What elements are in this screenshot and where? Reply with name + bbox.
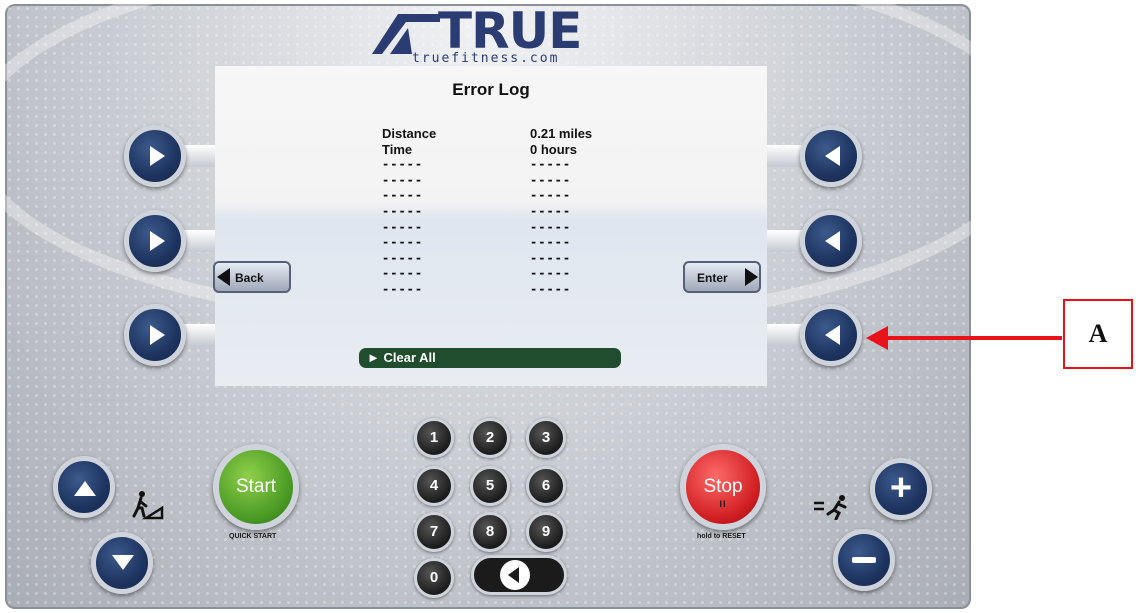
enter-arrow-icon bbox=[745, 268, 758, 286]
true-fitness-logo: TRUE truefitness.com bbox=[372, 2, 612, 66]
speed-down-button[interactable] bbox=[833, 529, 895, 591]
screen-title: Error Log bbox=[452, 80, 530, 99]
right-side-button-2[interactable] bbox=[800, 210, 862, 272]
speed-up-button[interactable]: + bbox=[870, 458, 932, 520]
enter-label: Enter bbox=[697, 271, 728, 285]
left-arrow-icon bbox=[825, 231, 840, 251]
right-arrow-icon bbox=[150, 325, 165, 345]
row-label: ----- bbox=[382, 157, 424, 172]
row-value: ----- bbox=[530, 266, 572, 281]
stop-button[interactable]: Stop II bbox=[680, 444, 766, 530]
keypad-button-9[interactable]: 9 bbox=[526, 512, 566, 552]
incline-icon bbox=[132, 491, 164, 520]
backspace-arrow-icon bbox=[508, 567, 519, 583]
row-value: ----- bbox=[530, 157, 572, 172]
row-value: ----- bbox=[530, 204, 572, 218]
stop-label: Stop bbox=[703, 476, 743, 497]
row-value: ----- bbox=[530, 235, 572, 250]
row-label: ----- bbox=[382, 250, 424, 265]
row-label: ----- bbox=[382, 219, 424, 234]
callout-arrowhead-icon bbox=[866, 326, 888, 350]
row-value: ----- bbox=[530, 188, 572, 203]
row-value: ----- bbox=[530, 250, 572, 265]
right-arrow-icon bbox=[150, 146, 165, 166]
left-side-button-3[interactable] bbox=[124, 304, 186, 366]
hold-to-reset-label: hold to RESET bbox=[697, 533, 746, 540]
minus-icon bbox=[852, 557, 876, 563]
row-label: ----- bbox=[382, 266, 424, 281]
keypad-button-8[interactable]: 8 bbox=[470, 512, 510, 552]
right-arrow-icon bbox=[150, 231, 165, 251]
incline-up-button[interactable] bbox=[53, 456, 115, 518]
logo-brand: TRUE bbox=[438, 2, 582, 60]
backspace-icon bbox=[500, 560, 530, 590]
row-value: ----- bbox=[530, 219, 572, 234]
row-label: ----- bbox=[382, 204, 424, 218]
keypad-button-7[interactable]: 7 bbox=[414, 512, 454, 552]
row-value: ----- bbox=[530, 282, 572, 296]
callout-arrow-line bbox=[882, 336, 1062, 340]
error-log-row: ----- ----- bbox=[382, 282, 632, 300]
back-label: Back bbox=[235, 271, 264, 285]
start-button[interactable]: Start bbox=[213, 444, 299, 530]
plus-icon: + bbox=[889, 467, 913, 509]
row-label: ----- bbox=[382, 172, 424, 187]
keypad-button-6[interactable]: 6 bbox=[526, 466, 566, 506]
clear-all-option[interactable]: ► Clear All bbox=[359, 348, 621, 368]
keypad-button-1[interactable]: 1 bbox=[414, 418, 454, 458]
left-side-button-1[interactable] bbox=[124, 125, 186, 187]
callout-label-a: A bbox=[1063, 299, 1133, 369]
start-label: Start bbox=[235, 476, 277, 497]
row-value: ----- bbox=[530, 172, 572, 187]
back-arrow-icon bbox=[217, 268, 230, 286]
pause-icon: II bbox=[719, 499, 727, 509]
left-side-button-2[interactable] bbox=[124, 210, 186, 272]
keypad-button-3[interactable]: 3 bbox=[526, 418, 566, 458]
row-label: ----- bbox=[382, 235, 424, 250]
row-label: ----- bbox=[382, 188, 424, 203]
backspace-button[interactable] bbox=[471, 555, 567, 595]
down-arrow-icon bbox=[112, 555, 134, 570]
enter-softkey[interactable]: Enter bbox=[683, 261, 761, 293]
up-arrow-icon bbox=[74, 481, 96, 496]
logo-url: truefitness.com bbox=[412, 51, 560, 66]
right-side-button-3-enter[interactable] bbox=[800, 304, 862, 366]
keypad-button-0[interactable]: 0 bbox=[414, 558, 454, 598]
back-softkey[interactable]: Back bbox=[213, 261, 291, 293]
row-label: Distance bbox=[382, 126, 437, 141]
quick-start-label: QUICK START bbox=[229, 533, 277, 540]
display-screen: Error Log Distance 0.21 miles Time 0 hours -… bbox=[215, 66, 767, 386]
row-label: Time bbox=[382, 141, 413, 157]
row-value: 0 hours bbox=[530, 141, 577, 157]
row-label: ----- bbox=[382, 282, 424, 296]
right-side-button-1[interactable] bbox=[800, 125, 862, 187]
incline-down-button[interactable] bbox=[91, 532, 153, 594]
left-arrow-icon bbox=[825, 146, 840, 166]
logo-mark-icon bbox=[372, 14, 440, 54]
runner-speed-icon bbox=[814, 495, 847, 520]
keypad-button-2[interactable]: 2 bbox=[470, 418, 510, 458]
left-arrow-icon bbox=[825, 325, 840, 345]
row-value: 0.21 miles bbox=[530, 126, 593, 141]
keypad-button-5[interactable]: 5 bbox=[470, 466, 510, 506]
keypad-button-4[interactable]: 4 bbox=[414, 466, 454, 506]
